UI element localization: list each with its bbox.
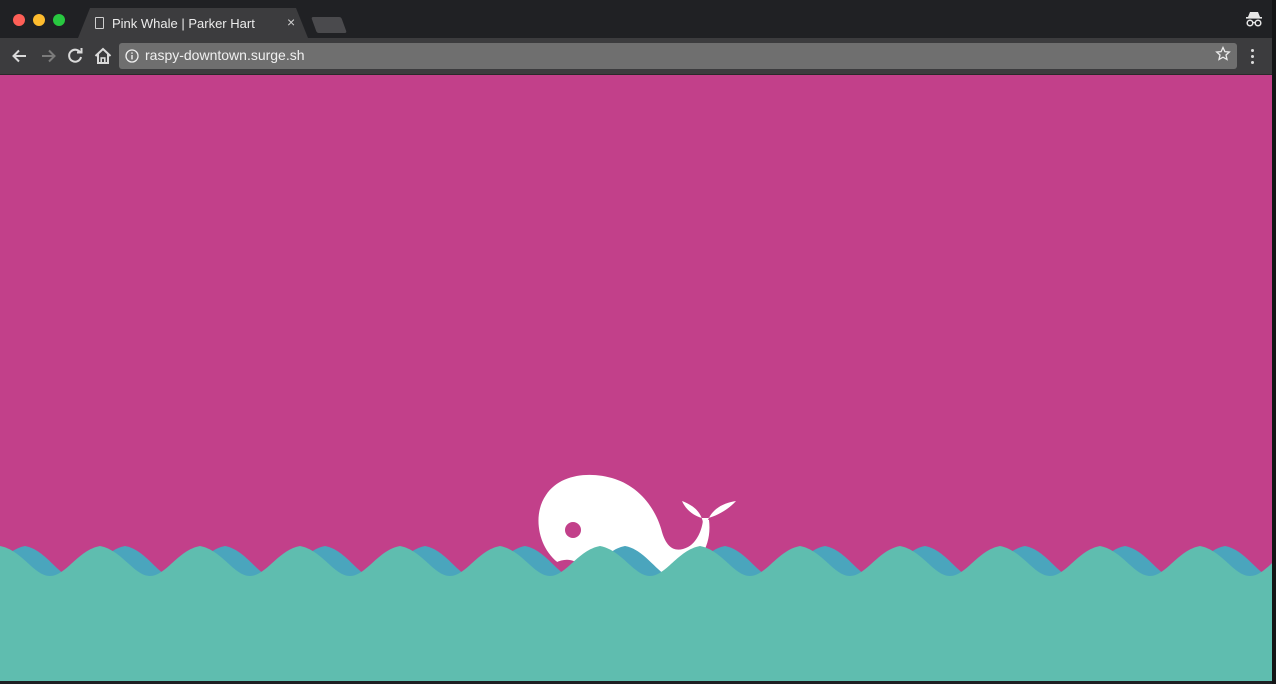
new-tab-button[interactable]	[311, 17, 347, 33]
browser-window: Pink Whale | Parker Hart × raspy-downtow…	[0, 0, 1273, 681]
whale-scene	[0, 75, 1272, 681]
bookmark-star-button[interactable]	[1215, 45, 1231, 68]
address-bar[interactable]: raspy-downtown.surge.sh	[119, 43, 1237, 69]
tab-strip: Pink Whale | Parker Hart ×	[0, 0, 1272, 38]
arrow-right-icon	[42, 49, 56, 63]
forward-button[interactable]	[37, 45, 59, 67]
page-content	[0, 75, 1272, 681]
incognito-icon[interactable]	[1244, 9, 1264, 29]
whale-eye	[565, 522, 581, 538]
maximize-window-button[interactable]	[53, 14, 65, 26]
star-icon	[1215, 45, 1231, 61]
info-icon[interactable]	[125, 49, 139, 63]
tab-title: Pink Whale | Parker Hart	[112, 16, 255, 31]
tab-close-button[interactable]: ×	[287, 14, 295, 30]
home-icon	[94, 47, 112, 64]
home-button[interactable]	[92, 45, 114, 67]
browser-toolbar: raspy-downtown.surge.sh	[0, 38, 1272, 75]
kebab-menu-icon[interactable]	[1246, 45, 1260, 67]
arrow-left-icon	[12, 49, 26, 63]
reload-button[interactable]	[64, 45, 86, 67]
active-tab[interactable]: Pink Whale | Parker Hart ×	[78, 8, 308, 38]
reload-icon	[68, 48, 83, 63]
minimize-window-button[interactable]	[33, 14, 45, 26]
back-button[interactable]	[9, 45, 31, 67]
desktop-edge	[1272, 0, 1276, 684]
document-icon	[95, 17, 104, 29]
url-text[interactable]: raspy-downtown.surge.sh	[145, 47, 305, 63]
close-window-button[interactable]	[13, 14, 25, 26]
